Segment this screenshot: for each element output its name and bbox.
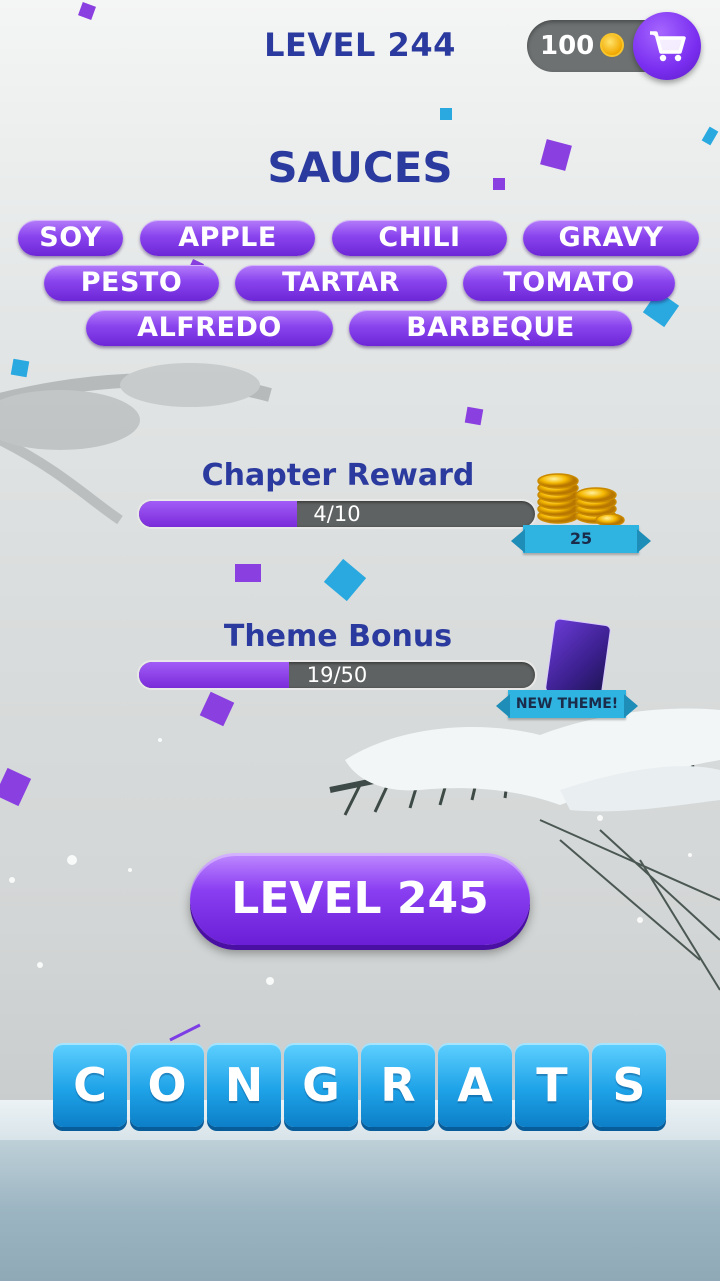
chapter-reward-ribbon: 25 xyxy=(511,525,651,553)
shopping-cart-icon xyxy=(650,31,686,62)
letter-tile: T xyxy=(515,1043,589,1127)
word-pill: APPLE xyxy=(140,220,315,256)
theme-reward-ribbon: NEW THEME! xyxy=(496,690,638,718)
coin-count: 100 xyxy=(540,31,595,61)
shop-button[interactable] xyxy=(633,12,701,80)
snowy-pine-branch xyxy=(329,708,720,991)
coin-icon xyxy=(600,33,624,57)
theme-bonus-title: Theme Bonus xyxy=(223,619,453,654)
chapter-progress-text: 4/10 xyxy=(313,502,361,526)
letter-tile: C xyxy=(53,1043,127,1127)
blurred-branch xyxy=(0,363,272,525)
letter-tile: O xyxy=(130,1043,204,1127)
word-pill: ALFREDO xyxy=(86,310,333,346)
gold-coins-icon xyxy=(537,473,625,527)
category-title: SAUCES xyxy=(267,143,453,192)
word-pill: SOY xyxy=(18,220,123,256)
next-level-button[interactable]: LEVEL 245 xyxy=(190,853,530,945)
word-pill: BARBEQUE xyxy=(349,310,632,346)
theme-progress-bar: 19/50 xyxy=(137,660,537,690)
chapter-reward-title: Chapter Reward xyxy=(201,458,475,493)
ground xyxy=(0,1140,720,1281)
chapter-progress-bar: 4/10 xyxy=(137,499,537,529)
theme-card-icon xyxy=(545,618,611,698)
word-pill: TARTAR xyxy=(235,265,447,301)
theme-progress-text: 19/50 xyxy=(306,663,368,687)
word-pill: CHILI xyxy=(332,220,507,256)
letter-tile: S xyxy=(592,1043,666,1127)
word-pill: GRAVY xyxy=(523,220,699,256)
word-pill: TOMATO xyxy=(463,265,675,301)
letter-tile: A xyxy=(438,1043,512,1127)
letter-tile: N xyxy=(207,1043,281,1127)
letter-tile: G xyxy=(284,1043,358,1127)
letter-tile: R xyxy=(361,1043,435,1127)
word-pill: PESTO xyxy=(44,265,219,301)
